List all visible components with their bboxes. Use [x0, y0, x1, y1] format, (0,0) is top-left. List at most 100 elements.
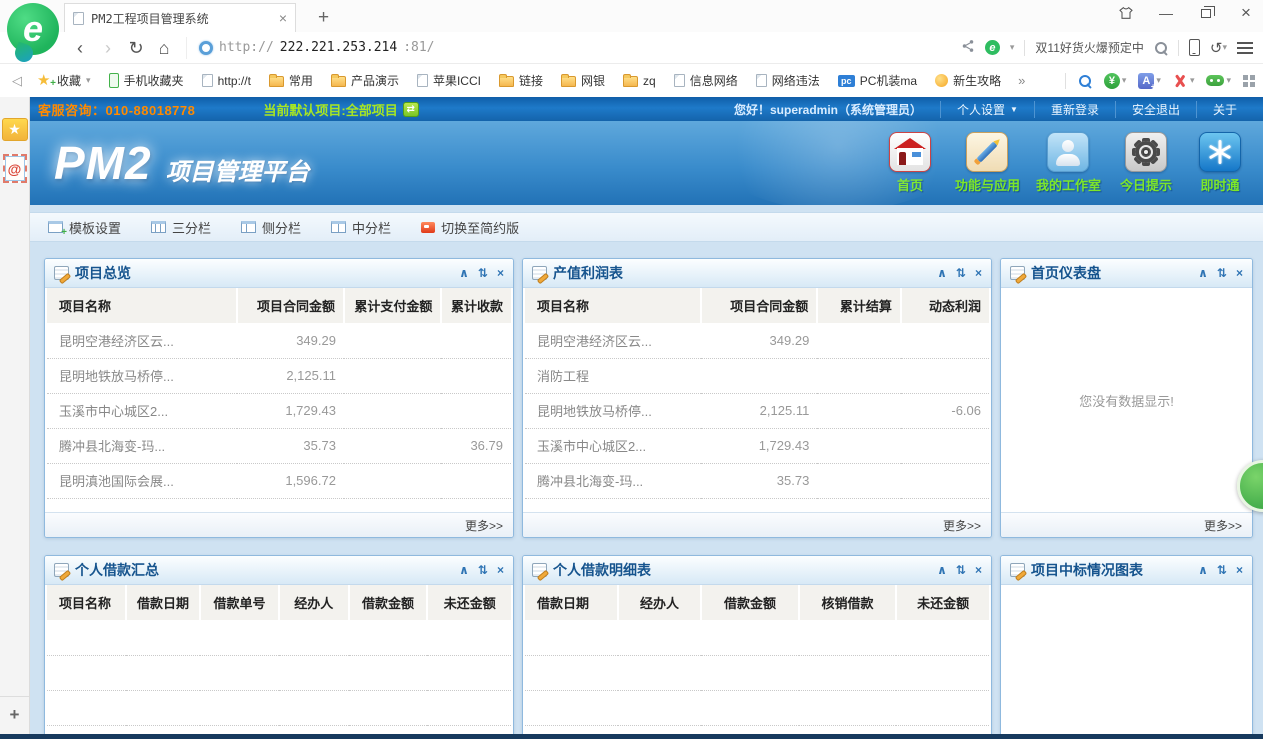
collapse-panel-icon[interactable]: ∧ — [937, 564, 947, 576]
collapse-panel-icon[interactable]: ∧ — [1198, 564, 1208, 576]
browser-tab[interactable]: PM2工程项目管理系统 × — [64, 3, 296, 32]
table-row[interactable]: 昆明空港经济区云...349.29 — [47, 323, 511, 358]
menu-personal-settings[interactable]: 个人设置▼ — [940, 101, 1034, 118]
nav-instant-messenger[interactable]: 即时通 — [1191, 132, 1249, 194]
close-panel-icon[interactable]: × — [975, 564, 982, 576]
games-extension[interactable]: ▾ — [1206, 75, 1231, 86]
more-link[interactable]: 更多>> — [1204, 517, 1242, 534]
close-panel-icon[interactable]: × — [1236, 564, 1243, 576]
bookmarks-overflow-icon[interactable]: » — [1012, 73, 1031, 88]
bookmark-item[interactable]: 常用 — [262, 69, 320, 92]
close-panel-icon[interactable]: × — [975, 267, 982, 279]
menu-relogin[interactable]: 重新登录 — [1034, 101, 1115, 118]
site-info-icon[interactable] — [199, 41, 213, 55]
menu-icon[interactable] — [1237, 42, 1253, 54]
table-cell: 昆明空港经济区云... — [525, 323, 701, 358]
close-panel-icon[interactable]: × — [497, 267, 504, 279]
refresh-panel-icon[interactable]: ⇅ — [478, 564, 488, 576]
bookmark-item[interactable]: 新生攻略 — [928, 69, 1008, 92]
table-row[interactable]: 腾冲县北海变-玛...35.7336.79 — [47, 428, 511, 463]
bookmark-item[interactable]: 手机收藏夹 — [102, 69, 191, 92]
sidebar-add-button[interactable]: + — [0, 696, 29, 739]
apps-grid-icon[interactable] — [1243, 75, 1255, 87]
tab-close-icon[interactable]: × — [279, 10, 287, 26]
refresh-panel-icon[interactable]: ⇅ — [1217, 267, 1227, 279]
more-link[interactable]: 更多>> — [943, 517, 981, 534]
e-account-icon[interactable]: e — [985, 40, 1000, 55]
bookmark-item[interactable]: 网络违法 — [749, 69, 827, 92]
table-row[interactable] — [47, 620, 511, 655]
table-row[interactable] — [525, 690, 989, 725]
search-promo-text[interactable]: 双11好货火爆预定中 — [1035, 39, 1143, 56]
side-column-button[interactable]: 侧分栏 — [241, 218, 301, 237]
bookmark-item[interactable]: zq — [616, 71, 663, 91]
bookmark-item[interactable]: 链接 — [492, 69, 550, 92]
url-field[interactable]: http://222.221.253.214:81/ — [186, 37, 957, 59]
table-row[interactable]: 玉溪市中心城区2...1,729.43 — [47, 393, 511, 428]
menu-safe-exit[interactable]: 安全退出 — [1115, 101, 1196, 118]
table-row[interactable] — [47, 655, 511, 690]
switch-simple-version-button[interactable]: 切换至简约版 — [421, 218, 519, 237]
template-settings-button[interactable]: 模板设置 — [48, 218, 121, 237]
bookmark-item[interactable]: 信息网络 — [667, 69, 745, 92]
collapse-bookmarks-icon[interactable]: ◁ — [8, 73, 26, 89]
chevron-down-icon[interactable]: ▾ — [1010, 42, 1015, 53]
share-icon[interactable] — [961, 39, 975, 56]
collapse-panel-icon[interactable]: ∧ — [937, 267, 947, 279]
nav-home[interactable]: 首页 — [881, 132, 939, 194]
search-icon[interactable] — [1154, 41, 1168, 55]
minimize-button[interactable]: — — [1157, 4, 1175, 22]
table-row[interactable]: 昆明空港经济区云...349.29 — [525, 323, 989, 358]
nav-functions-apps[interactable]: 功能与应用 — [955, 132, 1020, 194]
sidebar-mail-at-icon[interactable]: @ — [3, 154, 27, 183]
new-tab-button[interactable]: + — [312, 3, 335, 32]
reload-button[interactable]: ↻ — [124, 36, 148, 60]
bookmark-item[interactable]: 网银 — [554, 69, 612, 92]
bookmark-item[interactable]: 产品演示 — [324, 69, 406, 92]
bookmark-item[interactable]: 苹果ICCI — [410, 69, 488, 92]
nav-today-tips[interactable]: 今日提示 — [1117, 132, 1175, 194]
refresh-panel-icon[interactable]: ⇅ — [956, 267, 966, 279]
restore-button[interactable] — [1197, 4, 1215, 22]
sidebar-favorites-icon[interactable]: ★ — [2, 118, 28, 141]
screenshot-extension[interactable]: ▾ — [1173, 73, 1195, 88]
table-row[interactable]: 昆明滇池国际会展...1,596.72 — [47, 463, 511, 498]
table-row[interactable]: 消防工程 — [525, 358, 989, 393]
collapse-panel-icon[interactable]: ∧ — [1198, 267, 1208, 279]
rebate-extension[interactable]: ¥▾ — [1104, 73, 1127, 89]
home-button[interactable]: ⌂ — [152, 36, 176, 60]
table-row[interactable] — [47, 690, 511, 725]
nav-my-workspace[interactable]: 我的工作室 — [1036, 132, 1101, 194]
middle-column-button[interactable]: 中分栏 — [331, 218, 391, 237]
undo-button[interactable]: ↺▾ — [1210, 39, 1227, 57]
table-row[interactable]: 昆明地铁放马桥停...2,125.11-6.06 — [525, 393, 989, 428]
refresh-panel-icon[interactable]: ⇅ — [956, 564, 966, 576]
skin-tshirt-icon[interactable] — [1117, 4, 1135, 22]
switch-project-icon[interactable]: ⇄ — [403, 102, 419, 117]
table-row[interactable] — [525, 655, 989, 690]
search-extension-icon[interactable] — [1078, 74, 1092, 88]
favorites-button[interactable]: 收藏 ▾ — [30, 69, 98, 92]
current-project[interactable]: 当前默认项目:全部项目 ⇄ — [263, 100, 418, 119]
close-panel-icon[interactable]: × — [497, 564, 504, 576]
table-row[interactable]: 昆明地铁放马桥停...2,125.11 — [47, 358, 511, 393]
table-row[interactable]: 腾冲县北海变-玛...35.73 — [525, 463, 989, 498]
table-row[interactable]: 玉溪市中心城区2...1,729.43 — [525, 428, 989, 463]
close-panel-icon[interactable]: × — [1236, 267, 1243, 279]
bookmark-item[interactable]: http://t — [195, 71, 258, 91]
more-link[interactable]: 更多>> — [465, 517, 503, 534]
translate-extension[interactable]: A▾ — [1138, 73, 1161, 89]
bookmark-item[interactable]: pcPC机装ma — [831, 69, 924, 92]
refresh-panel-icon[interactable]: ⇅ — [478, 267, 488, 279]
close-window-button[interactable]: × — [1237, 4, 1255, 22]
browser-logo-icon[interactable]: e — [7, 3, 59, 55]
forward-button[interactable]: › — [96, 36, 120, 60]
three-column-button[interactable]: 三分栏 — [151, 218, 211, 237]
mobile-icon[interactable] — [1189, 39, 1200, 56]
collapse-panel-icon[interactable]: ∧ — [459, 564, 469, 576]
back-button[interactable]: ‹ — [68, 36, 92, 60]
menu-about[interactable]: 关于 — [1196, 101, 1253, 118]
collapse-panel-icon[interactable]: ∧ — [459, 267, 469, 279]
refresh-panel-icon[interactable]: ⇅ — [1217, 564, 1227, 576]
table-row[interactable] — [525, 620, 989, 655]
